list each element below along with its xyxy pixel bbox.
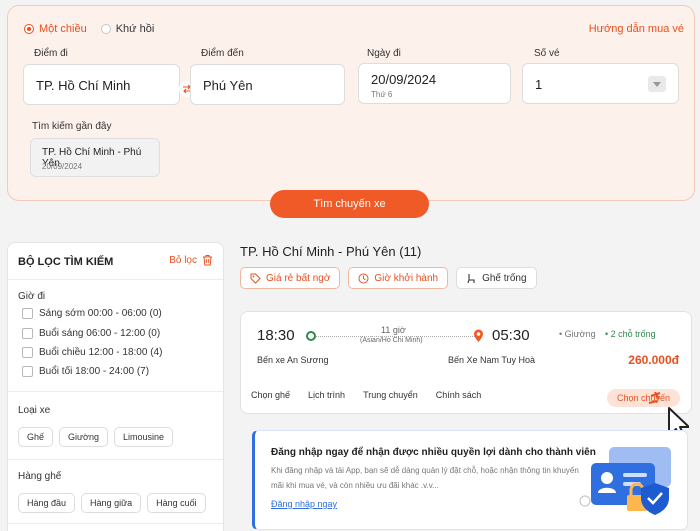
trip-duration: 11 giờ — [381, 325, 406, 335]
promo-title: Đăng nhập ngay để nhận được nhiều quyền … — [271, 447, 596, 458]
from-value: TP. Hồ Chí Minh — [36, 78, 131, 93]
vehicle-type: • Giường — [559, 329, 596, 339]
seats-available: • 2 chỗ trống — [605, 329, 656, 339]
recent-date: 20/09/2024 — [42, 162, 83, 171]
chip-back-row[interactable]: Hàng cuối — [147, 493, 206, 513]
sort-cheapest-button[interactable]: Giá rẻ bất ngờ — [240, 267, 341, 289]
sort-label: Giờ khởi hành — [374, 272, 439, 284]
promo-text: Khi đăng nhập và tải App, bạn sẽ dễ dàng… — [271, 466, 579, 490]
tab-choose-seat[interactable]: Chọn ghế — [251, 390, 290, 400]
clear-filter-button[interactable]: Bỏ lọc — [169, 254, 213, 266]
divider — [8, 523, 223, 524]
sort-empty-seats-button[interactable]: Ghế trống — [456, 267, 537, 289]
to-value: Phú Yên — [203, 78, 253, 93]
trip-type-group: Một chiều Khứ hồi — [24, 23, 154, 35]
destination-station: Bến Xe Nam Tuy Hoà — [448, 355, 536, 365]
recent-search-label: Tìm kiếm gần đây — [32, 121, 112, 132]
date-field[interactable]: 20/09/2024 Thứ 6 — [358, 63, 511, 104]
from-field[interactable]: TP. Hồ Chí Minh — [23, 64, 180, 105]
checkbox[interactable] — [22, 366, 33, 377]
login-now-link[interactable]: Đăng nhập ngay — [271, 499, 337, 509]
tickets-select[interactable]: 1 — [522, 63, 679, 104]
sort-label: Ghế trống — [482, 272, 527, 284]
trip-card[interactable]: 18:30 11 giờ (Asian/Ho Chi Minh) 05:30 •… — [240, 311, 692, 414]
checkbox-label: Buổi chiều 12:00 - 18:00 (4) — [39, 347, 163, 358]
checkbox-label: Buổi tối 18:00 - 24:00 (7) — [39, 366, 150, 377]
seat-row-chips: Hàng đầu Hàng giữa Hàng cuối — [18, 493, 206, 513]
chip-middle-row[interactable]: Hàng giữa — [81, 493, 142, 513]
trash-icon — [203, 255, 212, 266]
chip-front-row[interactable]: Hàng đầu — [18, 493, 76, 513]
radio-dot-icon — [24, 24, 34, 34]
radio-round-trip[interactable]: Khứ hồi — [100, 23, 155, 35]
search-panel: Một chiều Khứ hồi Hướng dẫn mua vé Điểm … — [7, 5, 695, 201]
checkbox[interactable] — [22, 328, 33, 339]
time-filter-afternoon[interactable]: Buổi chiều 12:00 - 18:00 (4) — [22, 347, 162, 358]
date-weekday: Thứ 6 — [371, 90, 393, 99]
price-tag-icon — [250, 273, 261, 284]
departure-time-group-title: Giờ đi — [18, 291, 46, 302]
sort-options: Giá rẻ bất ngờ Giờ khởi hành Ghế trống — [240, 267, 537, 289]
chip-limousine[interactable]: Limousine — [113, 427, 173, 447]
member-card-illustration-icon — [579, 447, 671, 515]
search-trips-button[interactable]: Tìm chuyến xe — [270, 190, 429, 218]
time-filter-morning[interactable]: Buổi sáng 06:00 - 12:00 (0) — [22, 328, 160, 339]
divider — [8, 391, 223, 392]
date-label: Ngày đi — [367, 48, 401, 59]
arrival-time: 05:30 — [492, 327, 530, 344]
clear-filter-label: Bỏ lọc — [169, 254, 197, 266]
chip-seat[interactable]: Ghế — [18, 427, 54, 447]
radio-label: Một chiều — [39, 23, 87, 35]
recent-search-item[interactable]: TP. Hồ Chí Minh - Phú Yên 20/09/2024 — [30, 138, 160, 177]
date-value: 20/09/2024 — [371, 72, 437, 87]
filter-title: BỘ LỌC TÌM KIẾM — [18, 256, 114, 268]
origin-station: Bến xe An Sương — [257, 355, 329, 365]
sort-departure-button[interactable]: Giờ khởi hành — [348, 267, 449, 289]
sort-label: Giá rẻ bất ngờ — [266, 272, 331, 284]
time-filter-evening[interactable]: Buổi tối 18:00 - 24:00 (7) — [22, 366, 149, 377]
radio-one-way[interactable]: Một chiều — [24, 23, 87, 35]
chevron-down-icon[interactable] — [648, 76, 666, 92]
seat-row-group-title: Hàng ghế — [18, 471, 62, 482]
to-field[interactable]: Phú Yên — [190, 64, 345, 105]
divider — [8, 459, 223, 460]
departure-time: 18:30 — [257, 327, 295, 344]
checkbox-label: Sáng sớm 00:00 - 06:00 (0) — [39, 308, 162, 319]
checkbox[interactable] — [22, 308, 33, 319]
tickets-value: 1 — [535, 77, 543, 92]
vehicle-type-group-title: Loại xe — [18, 405, 51, 416]
from-label: Điểm đi — [34, 48, 68, 59]
clock-icon — [358, 273, 369, 283]
seat-icon — [467, 273, 475, 283]
to-label: Điểm đến — [201, 48, 244, 59]
checkbox[interactable] — [22, 347, 33, 358]
filter-panel: BỘ LỌC TÌM KIẾM Bỏ lọc Giờ đi Sáng sớm 0… — [7, 242, 224, 531]
origin-dot-icon — [306, 331, 316, 341]
divider — [8, 279, 223, 280]
login-promo-banner: Đăng nhập ngay để nhận được nhiều quyền … — [252, 430, 688, 530]
trip-timezone: (Asian/Ho Chi Minh) — [360, 337, 423, 344]
destination-pin-icon — [474, 329, 483, 342]
time-filter-early-morning[interactable]: Sáng sớm 00:00 - 06:00 (0) — [22, 308, 162, 319]
results-title: TP. Hồ Chí Minh - Phú Yên (11) — [240, 244, 422, 259]
chip-bed[interactable]: Giường — [59, 427, 108, 447]
radio-label: Khứ hồi — [115, 23, 155, 35]
tab-transfer[interactable]: Trung chuyển — [363, 390, 418, 400]
trip-price: 260.000đ — [628, 353, 679, 367]
tickets-label: Số vé — [534, 48, 560, 59]
radio-dot-icon — [100, 24, 111, 34]
purchase-guide-link[interactable]: Hướng dẫn mua vé — [589, 23, 684, 35]
trip-detail-tabs: Chọn ghế Lịch trình Trung chuyển Chính s… — [251, 390, 481, 400]
tab-policy[interactable]: Chính sách — [436, 390, 482, 400]
checkbox-label: Buổi sáng 06:00 - 12:00 (0) — [39, 328, 161, 339]
tab-schedule[interactable]: Lịch trình — [308, 390, 345, 400]
vehicle-type-chips: Ghế Giường Limousine — [18, 427, 173, 447]
